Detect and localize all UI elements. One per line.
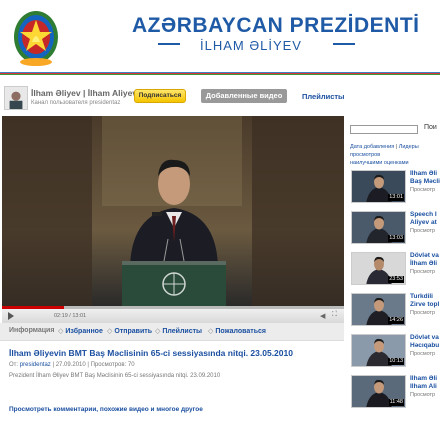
tab-info[interactable]: Информация bbox=[9, 327, 54, 334]
favorites-button[interactable]: ◇ Избранное bbox=[58, 327, 103, 335]
flag-stripe bbox=[0, 72, 440, 75]
video-description: Prezident İlham Əliyev BMT Baş Məclisini… bbox=[9, 373, 221, 379]
related-video-title[interactable]: Turkdili Zirve topl bbox=[410, 293, 440, 309]
related-title-line2: Ilham Ali bbox=[410, 383, 437, 390]
state-emblem-icon bbox=[14, 11, 58, 66]
related-video-views: Просмотр bbox=[410, 351, 436, 357]
related-video-duration: 11:48 bbox=[388, 399, 404, 406]
related-video-duration: 13:01 bbox=[388, 194, 404, 201]
related-video-thumbnail[interactable]: 10:13 bbox=[351, 334, 406, 367]
related-video-thumbnail[interactable]: 13:01 bbox=[351, 170, 406, 203]
related-video-thumbnail[interactable]: 13:03 bbox=[351, 211, 406, 244]
favorite-icon: ◇ bbox=[58, 328, 64, 335]
channel-bar: İlham Əliyev | İlham Aliyev Канал пользо… bbox=[0, 82, 440, 116]
volume-icon[interactable]: ◀ bbox=[320, 312, 325, 320]
related-title-line1: Dövlət va bbox=[410, 252, 439, 259]
related-video-title[interactable]: İlham Əli Baş Məcli bbox=[410, 170, 440, 186]
sort-by-date-link[interactable]: Дата добавления bbox=[350, 144, 394, 150]
favorites-label: Избранное bbox=[65, 328, 103, 335]
related-video-thumbnail[interactable]: 14:26 bbox=[351, 293, 406, 326]
subscribe-button[interactable]: Подписаться bbox=[134, 89, 186, 103]
related-video-title[interactable]: Dövlət va Həcıqabu bbox=[410, 334, 440, 350]
related-video-item[interactable]: 10:13 Dövlət va Həcıqabu Просмотр bbox=[350, 334, 440, 372]
related-title-line2: Zirve topl bbox=[410, 301, 440, 308]
channel-description: Канал пользователя presidentaz bbox=[31, 100, 121, 106]
related-title-line2: Həcıqabu bbox=[410, 342, 440, 349]
share-button[interactable]: ◇ Отправить bbox=[107, 327, 152, 335]
tab-added-videos[interactable]: Добавленные видео bbox=[201, 89, 287, 103]
share-label: Отправить bbox=[114, 328, 152, 335]
sort-links: Дата добавления | Лидеры просмотров наил… bbox=[350, 143, 440, 167]
related-video-item[interactable]: 13:03 Speech I Aliyev at Просмотр bbox=[350, 211, 440, 249]
related-title-line1: Dövlət va bbox=[410, 334, 439, 341]
tab-playlists[interactable]: Плейлисты bbox=[302, 92, 344, 101]
related-title-line1: İlham Əli bbox=[410, 170, 438, 177]
report-button[interactable]: ◇ Пожаловаться bbox=[208, 327, 266, 335]
site-title: AZƏRBAYCAN PREZİDENTİ bbox=[132, 14, 420, 37]
related-video-item[interactable]: 23:53 Dövlət va İlham Əli Просмотр bbox=[350, 252, 440, 290]
related-title-line1: Speech I bbox=[410, 211, 437, 218]
share-icon: ◇ bbox=[107, 328, 113, 335]
related-title-line2: İlham Əli bbox=[410, 260, 438, 267]
sort-by-rating-link[interactable]: наилучшими оценками bbox=[350, 160, 409, 166]
player-controls: 02:19 / 13:01 ◀ ⛶ bbox=[2, 306, 344, 323]
sort-separator: | bbox=[395, 144, 398, 150]
video-title: İlham Əliyevin BMT Baş Məclisinin 65-ci … bbox=[9, 348, 293, 358]
related-video-thumbnail[interactable]: 11:48 bbox=[351, 375, 406, 408]
related-video-duration: 10:13 bbox=[388, 358, 404, 365]
time-display: 02:19 / 13:01 bbox=[54, 313, 87, 319]
video-player[interactable]: 02:19 / 13:01 ◀ ⛶ bbox=[2, 116, 344, 323]
play-icon[interactable] bbox=[8, 312, 14, 320]
related-video-item[interactable]: 11:48 İlham Əli Ilham Ali Просмотр bbox=[350, 375, 440, 413]
related-video-title[interactable]: Speech I Aliyev at bbox=[410, 211, 440, 227]
video-meta: От: presidentaz | 27.09.2010 | Просмотро… bbox=[9, 362, 135, 368]
playlists-label: Плейлисты bbox=[162, 328, 203, 335]
title-decoration-right bbox=[333, 43, 355, 45]
related-video-duration: 14:26 bbox=[388, 317, 404, 324]
title-decoration-left bbox=[158, 43, 180, 45]
channel-name[interactable]: İlham Əliyev | İlham Aliyev bbox=[31, 88, 137, 98]
related-title-line1: İlham Əli bbox=[410, 375, 438, 382]
flag-icon: ◇ bbox=[208, 328, 214, 335]
related-video-views: Просмотр bbox=[410, 187, 436, 193]
search-button[interactable]: Пои bbox=[424, 124, 437, 131]
related-video-views: Просмотр bbox=[410, 310, 436, 316]
meta-prefix: От: bbox=[9, 362, 19, 368]
report-label: Пожаловаться bbox=[215, 328, 266, 335]
related-video-item[interactable]: 13:01 İlham Əli Baş Məcli Просмотр bbox=[350, 170, 440, 208]
uploader-link[interactable]: presidentaz bbox=[20, 362, 51, 368]
related-title-line2: Aliyev at bbox=[410, 219, 437, 226]
related-video-views: Просмотр bbox=[410, 392, 436, 398]
video-frame[interactable] bbox=[2, 116, 344, 306]
playlists-button[interactable]: ◇ Плейлисты bbox=[155, 327, 202, 335]
related-video-title[interactable]: Dövlət va İlham Əli bbox=[410, 252, 440, 268]
related-video-title[interactable]: İlham Əli Ilham Ali bbox=[410, 375, 440, 391]
site-subtitle: İLHAM ƏLİYEV bbox=[200, 38, 302, 53]
action-bar: Информация ◇ Избранное ◇ Отправить ◇ Плейли… bbox=[0, 323, 344, 341]
related-video-duration: 23:53 bbox=[388, 276, 404, 283]
channel-avatar[interactable] bbox=[4, 86, 28, 110]
fullscreen-icon[interactable]: ⛶ bbox=[332, 311, 337, 319]
related-title-line1: Turkdili bbox=[410, 293, 433, 300]
related-video-thumbnail[interactable]: 23:53 bbox=[351, 252, 406, 285]
related-video-views: Просмотр bbox=[410, 228, 436, 234]
related-title-line2: Baş Məcli bbox=[410, 178, 440, 185]
more-info-link[interactable]: Просмотреть комментарии, похожие видео и… bbox=[9, 406, 203, 413]
related-video-item[interactable]: 14:26 Turkdili Zirve topl Просмотр bbox=[350, 293, 440, 331]
search-input[interactable] bbox=[350, 125, 418, 134]
meta-details: | 27.09.2010 | Просмотров: 70 bbox=[52, 362, 135, 368]
progress-bar[interactable] bbox=[2, 306, 344, 309]
playlist-icon: ◇ bbox=[155, 328, 161, 335]
related-video-views: Просмотр bbox=[410, 269, 436, 275]
related-video-duration: 13:03 bbox=[388, 235, 404, 242]
progress-fill bbox=[2, 306, 64, 309]
site-header: AZƏRBAYCAN PREZİDENTİ İLHAM ƏLİYEV bbox=[0, 0, 440, 72]
